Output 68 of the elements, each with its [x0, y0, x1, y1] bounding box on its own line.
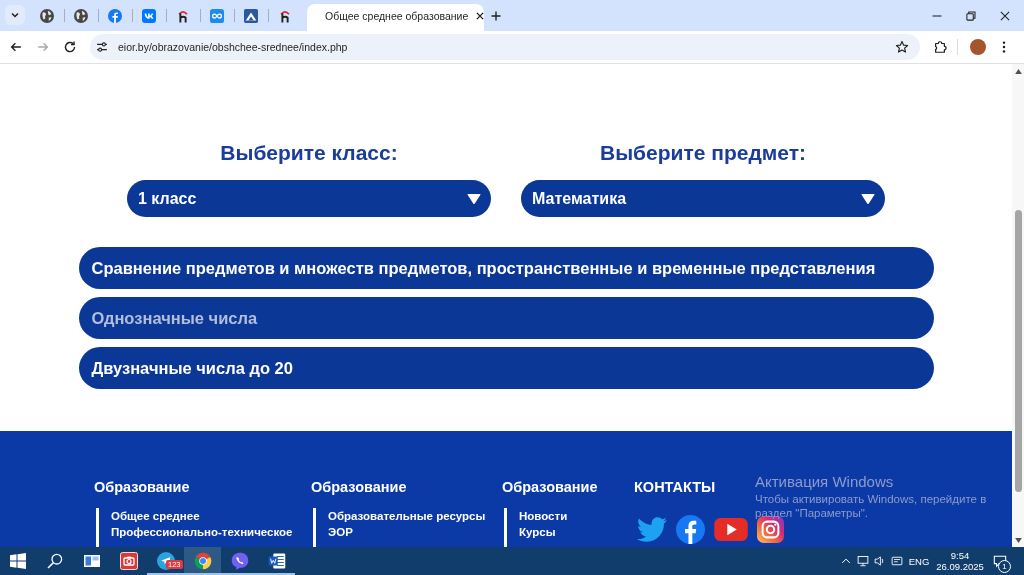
facebook-icon[interactable] — [676, 515, 705, 544]
footer-link[interactable]: Образовательные ресурсы — [328, 508, 486, 524]
footer-heading: Образование — [311, 478, 407, 496]
h-logo-icon — [278, 8, 292, 23]
reload-icon — [63, 40, 77, 54]
infinity-icon — [210, 8, 224, 23]
scrollbar[interactable] — [1012, 64, 1024, 547]
footer-heading: Образование — [94, 478, 190, 496]
footer-link[interactable]: Новости — [519, 508, 568, 524]
h-logo-icon — [176, 8, 190, 23]
star-icon — [895, 40, 909, 54]
speech-bubble-icon — [993, 554, 1007, 568]
globe-icon — [74, 8, 88, 23]
taskbar-button[interactable] — [184, 547, 221, 575]
notifications-button[interactable]: 1 — [988, 547, 1012, 575]
plus-icon — [490, 9, 502, 22]
close-icon — [999, 9, 1011, 22]
puzzle-icon — [933, 40, 947, 54]
windows-logo-icon — [9, 553, 26, 569]
camera-icon — [119, 552, 138, 570]
notification-count: 1 — [998, 560, 1011, 573]
twitter-bird-icon[interactable] — [637, 517, 667, 542]
footer-link[interactable]: Курсы — [519, 524, 556, 540]
scrollbar-thumb[interactable] — [1014, 210, 1022, 492]
language-button[interactable]: ENG — [906, 547, 932, 575]
word-icon — [267, 552, 286, 570]
back-arrow-icon — [9, 40, 23, 54]
topic-item[interactable]: Двузначные числа до 20 — [78, 347, 934, 389]
scroll-down-icon[interactable] — [1014, 538, 1022, 543]
search-icon — [46, 553, 63, 569]
vk-icon — [142, 8, 156, 23]
forward-arrow-icon — [36, 40, 50, 54]
footer-heading: Образование — [502, 478, 598, 496]
facebook-icon — [108, 8, 122, 23]
monitor-icon — [857, 555, 869, 567]
footer-heading: КОНТАКТЫ — [634, 478, 716, 496]
select-dropdown[interactable]: 1 класс — [127, 180, 491, 217]
topic-item[interactable]: Сравнение предметов и множеств предметов, пространственные и временные представления — [78, 247, 934, 289]
avatar-icon — [970, 39, 986, 55]
speaker-icon — [874, 555, 886, 567]
section-heading: Выберите класс: — [220, 141, 398, 165]
restore-icon — [965, 9, 977, 22]
tab-search-button[interactable] — [5, 5, 25, 25]
scroll-up-icon[interactable] — [1014, 69, 1022, 74]
close-icon — [475, 10, 486, 21]
globe-icon — [40, 8, 54, 23]
clock[interactable]: 9:54 26.09.2025 — [932, 547, 988, 575]
address-bar[interactable]: eior.by/obrazovanie/obshchee-srednee/index.php — [90, 34, 920, 60]
section-heading: Выберите предмет: — [600, 141, 806, 165]
mountain-icon — [244, 8, 258, 23]
footer-link[interactable]: ЭОР — [328, 524, 353, 540]
footer-link[interactable]: Профессионально-техническое — [111, 524, 293, 540]
viber-icon — [230, 552, 249, 570]
activation-title: Активация Windows — [755, 473, 895, 491]
browser-tab[interactable]: Общее среднее образование — [307, 4, 484, 31]
sliders-icon — [96, 41, 108, 53]
window-panels-icon — [83, 553, 100, 569]
chevron-up-icon — [841, 556, 851, 566]
url-text: eior.by/obrazovanie/obshchee-srednee/index.php — [118, 41, 348, 53]
tablet-icon — [891, 555, 903, 567]
activation-text: Чтобы активировать Windows, перейдите в раздел "Параметры". — [755, 492, 987, 520]
caret-down-icon — [467, 192, 481, 205]
footer-link[interactable]: Общее среднее — [111, 508, 200, 524]
caret-down-icon — [861, 192, 875, 205]
youtube-icon[interactable] — [714, 518, 748, 541]
chrome-icon — [193, 552, 212, 570]
select-dropdown[interactable]: Математика — [521, 180, 885, 217]
topic-item[interactable]: Однозначные числа — [78, 297, 934, 339]
